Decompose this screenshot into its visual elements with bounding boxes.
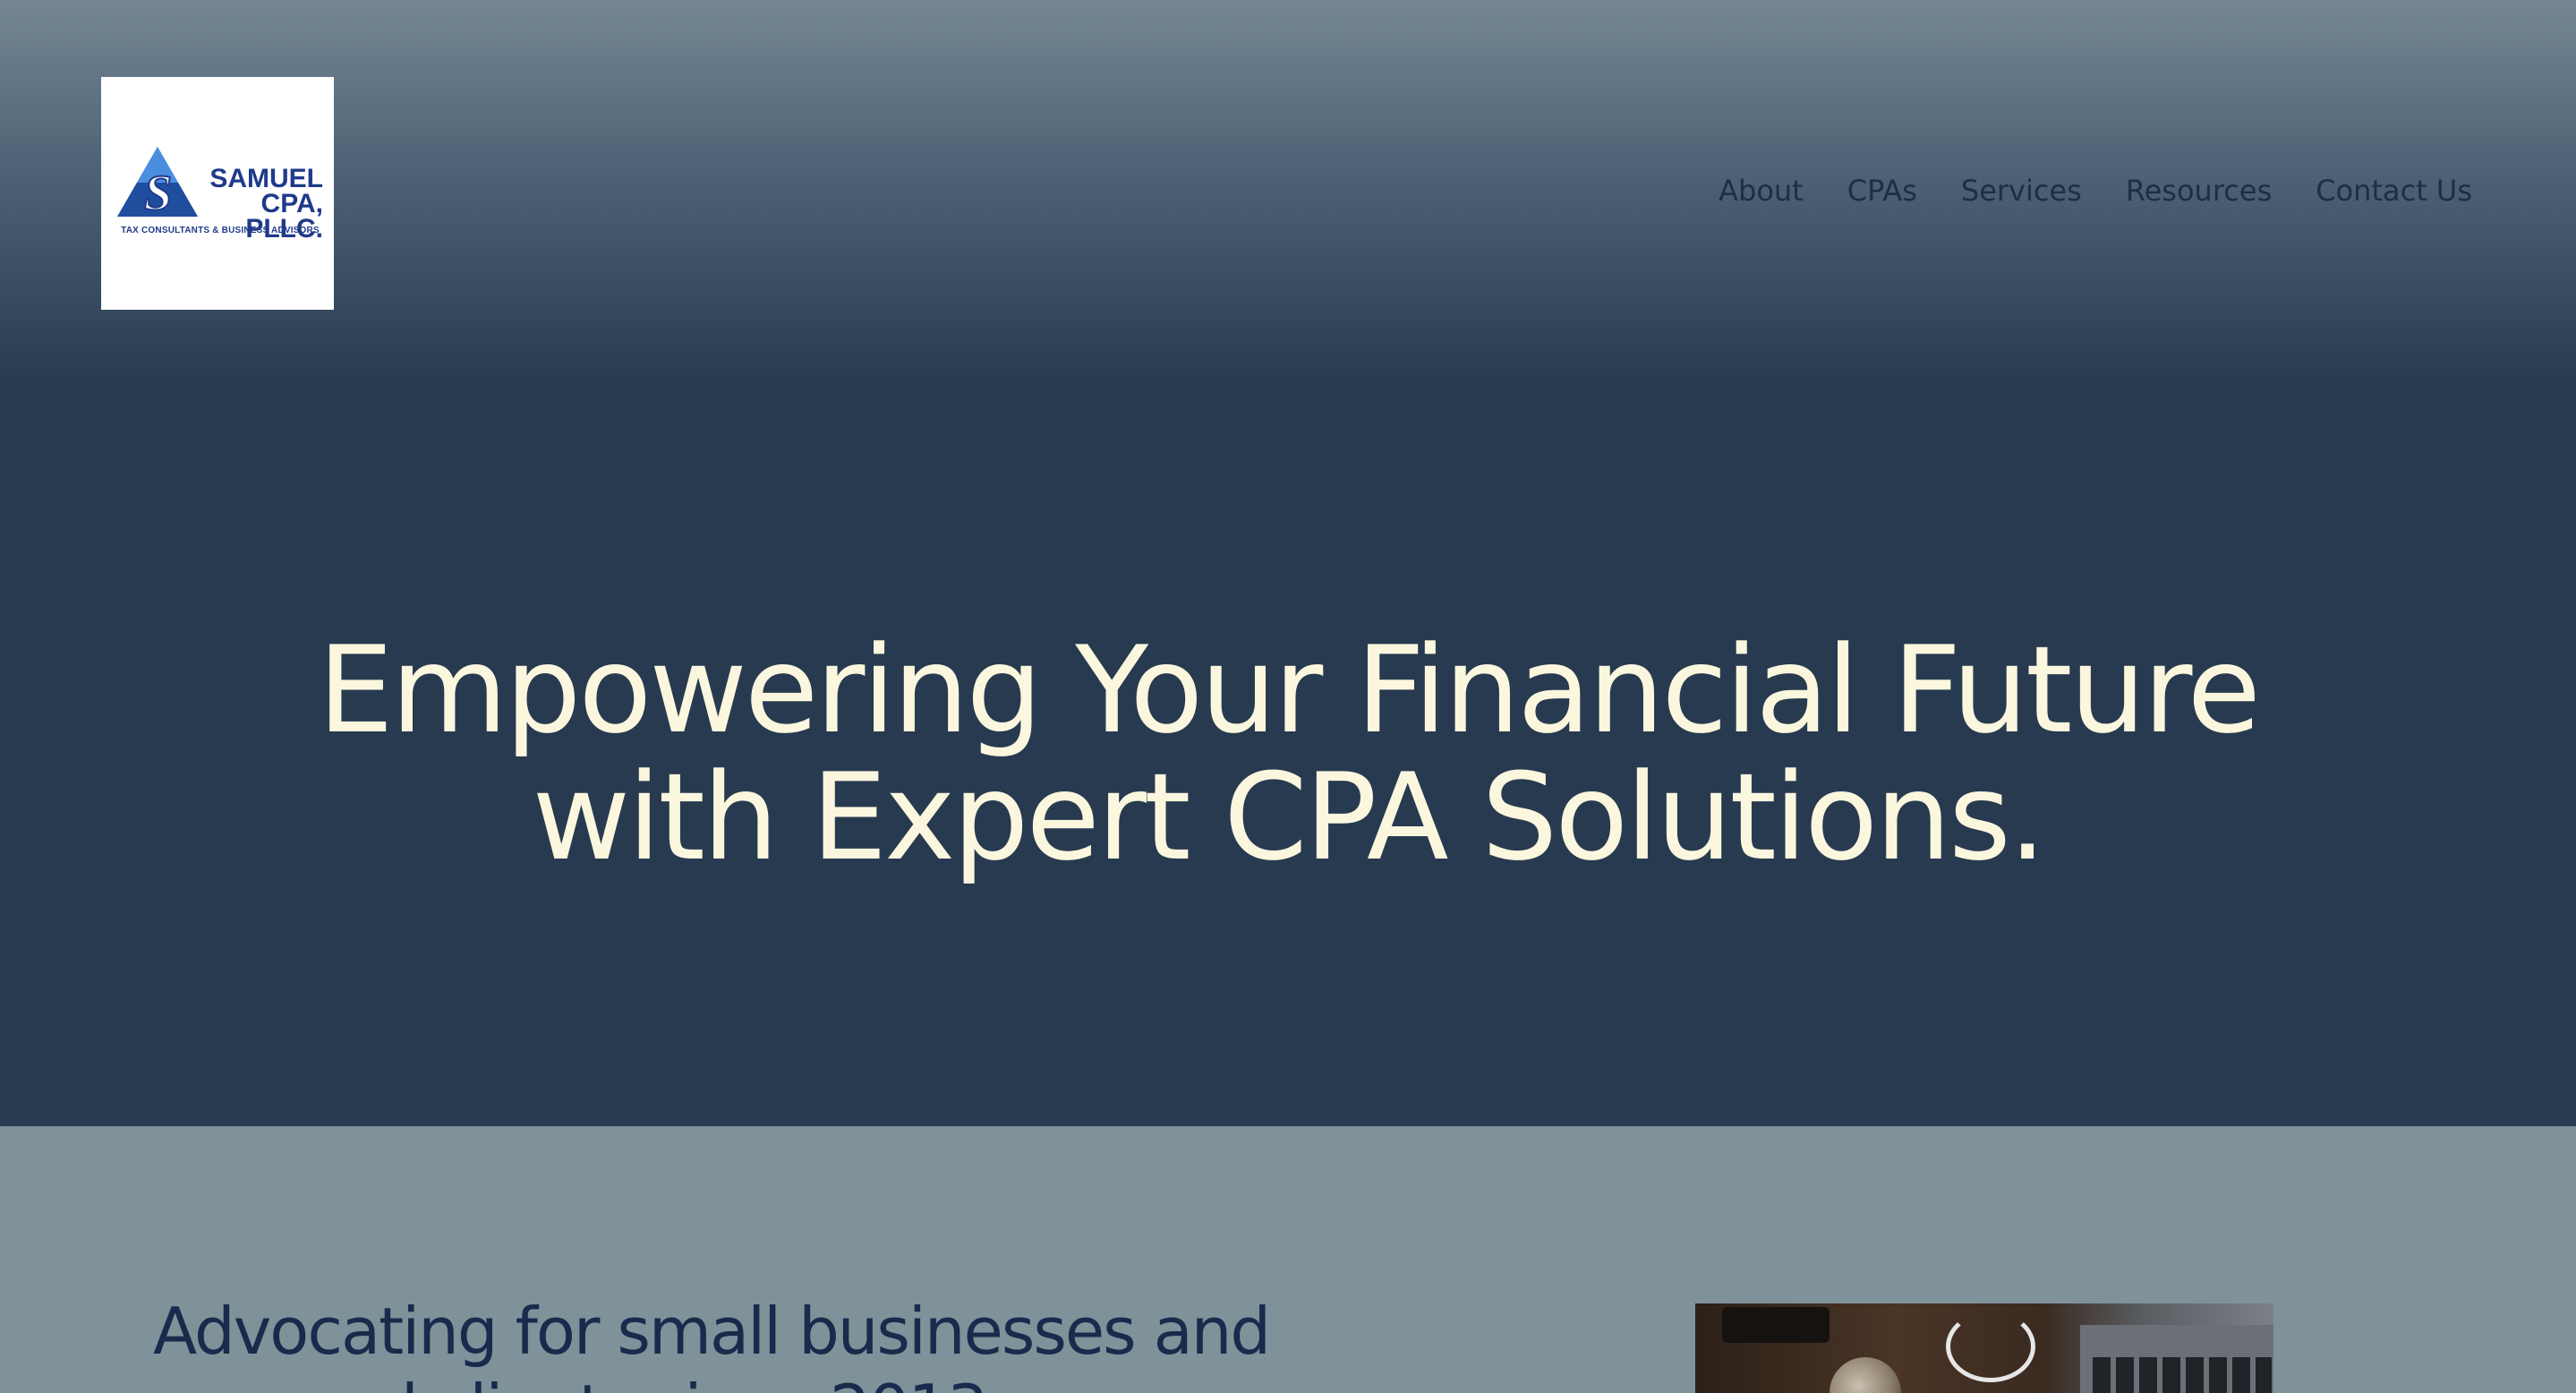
about-heading: Advocating for small businesses and pers… [153, 1293, 1496, 1393]
hero-headline: Empowering Your Financial Future with Ex… [269, 627, 2307, 881]
earphones-shape [1946, 1311, 2035, 1382]
site-logo[interactable]: S SAMUEL CPA, PLLC. TAX CONSULTANTS & BU… [101, 77, 334, 310]
keyboard-keys [2093, 1357, 2272, 1393]
about-heading-line-1: Advocating for small businesses and [153, 1294, 1271, 1369]
logo-tagline: TAX CONSULTANTS & BUSINESS ADVISORS [121, 226, 320, 235]
nav-link-cpas[interactable]: CPAs [1847, 174, 1917, 208]
nav-link-services[interactable]: Services [1961, 174, 2082, 208]
logo-letter: S [144, 166, 172, 221]
about-heading-line-2: personal clients since 2013. [153, 1370, 1496, 1393]
hero-section: S SAMUEL CPA, PLLC. TAX CONSULTANTS & BU… [0, 0, 2576, 1126]
magnifier-shape [1830, 1357, 1901, 1393]
hero-headline-line-2: with Expert CPA Solutions. [532, 748, 2047, 887]
nav-link-resources[interactable]: Resources [2126, 174, 2272, 208]
about-section: Advocating for small businesses and pers… [0, 1126, 2576, 1393]
logo-line-1: SAMUEL [209, 164, 323, 193]
camera-shape [1722, 1307, 1830, 1343]
triangle-s-logo-icon: S [117, 147, 198, 222]
desk-photo [1695, 1303, 2273, 1393]
main-nav: About CPAs Services Resources Contact Us [1719, 174, 2472, 208]
nav-link-about[interactable]: About [1719, 174, 1804, 208]
hero-headline-line-1: Empowering Your Financial Future [318, 620, 2261, 760]
nav-link-contact-us[interactable]: Contact Us [2316, 174, 2472, 208]
